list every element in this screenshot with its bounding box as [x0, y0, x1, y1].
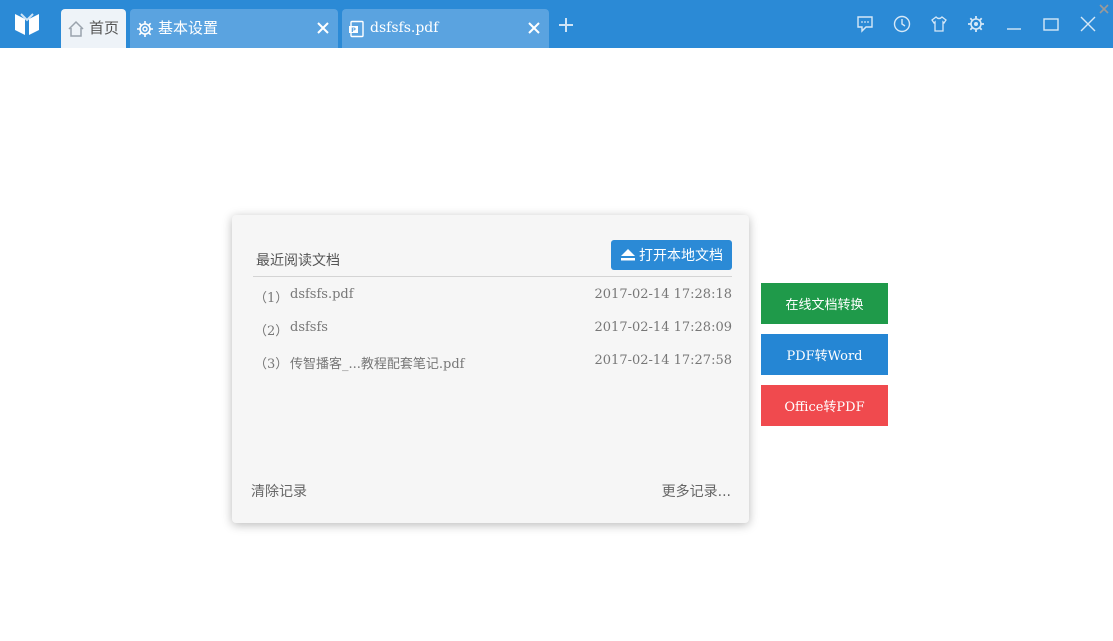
tab-close-icon[interactable]	[527, 21, 541, 35]
online-conversion-button[interactable]: 在线文档转换	[761, 283, 888, 324]
feedback-icon[interactable]	[855, 14, 875, 34]
close-icon[interactable]	[1098, 3, 1110, 15]
home-icon	[68, 20, 84, 37]
list-item[interactable]: （1） dsfsfs.pdf 2017-02-14 17:28:18	[254, 287, 732, 307]
tab-settings[interactable]: 基本设置	[130, 9, 338, 48]
list-item-name: dsfsfs	[290, 320, 328, 335]
list-item[interactable]: （3） 传智播客_...教程配套笔记.pdf 2017-02-14 17:27:…	[254, 353, 732, 373]
tab-home[interactable]: 首页	[61, 9, 126, 48]
skin-icon[interactable]	[929, 14, 949, 34]
add-tab-icon[interactable]	[556, 15, 576, 35]
svg-text:P: P	[351, 26, 356, 34]
app-logo-icon	[15, 13, 39, 35]
list-item-time: 2017-02-14 17:28:09	[594, 320, 732, 335]
tab-close-icon[interactable]	[316, 21, 330, 35]
list-item-name: 传智播客_...教程配套笔记.pdf	[290, 357, 465, 372]
open-local-document-button[interactable]: 打开本地文档	[611, 240, 732, 270]
divider	[253, 276, 732, 277]
minimize-icon[interactable]	[1004, 14, 1024, 34]
tab-home-label: 首页	[89, 19, 120, 37]
pdf-file-icon: P	[349, 20, 364, 38]
open-local-document-label: 打开本地文档	[639, 248, 723, 264]
office-to-pdf-button[interactable]: Office转PDF	[761, 385, 888, 426]
tab-settings-label: 基本设置	[158, 19, 219, 37]
history-icon[interactable]	[892, 14, 912, 34]
title-bar: 首页 基本设置 P dsfsfs.pdf	[0, 0, 1113, 48]
list-item-index: （1）	[254, 291, 289, 306]
list-item-time: 2017-02-14 17:28:18	[594, 287, 732, 302]
tab-pdf-label: dsfsfs.pdf	[370, 20, 439, 36]
recent-documents-title: 最近阅读文档	[256, 253, 340, 269]
list-item-index: （3）	[254, 357, 289, 372]
gear-icon	[137, 21, 153, 37]
settings-icon[interactable]	[966, 14, 986, 34]
recent-documents-panel: 最近阅读文档 打开本地文档 （1） dsfsfs.pdf 2017-02-14 …	[232, 215, 749, 523]
tab-pdf-document[interactable]: P dsfsfs.pdf	[342, 9, 549, 48]
clear-history-link[interactable]: 清除记录	[251, 481, 307, 501]
list-item[interactable]: （2） dsfsfs 2017-02-14 17:28:09	[254, 320, 732, 340]
pdf-to-word-button[interactable]: PDF转Word	[761, 334, 888, 375]
eject-icon	[621, 249, 635, 261]
list-item-index: （2）	[254, 324, 289, 339]
list-item-name: dsfsfs.pdf	[290, 287, 354, 302]
more-history-link[interactable]: 更多记录...	[662, 481, 731, 501]
maximize-icon[interactable]	[1041, 14, 1061, 34]
list-item-time: 2017-02-14 17:27:58	[594, 353, 732, 368]
close-icon[interactable]	[1078, 14, 1098, 34]
